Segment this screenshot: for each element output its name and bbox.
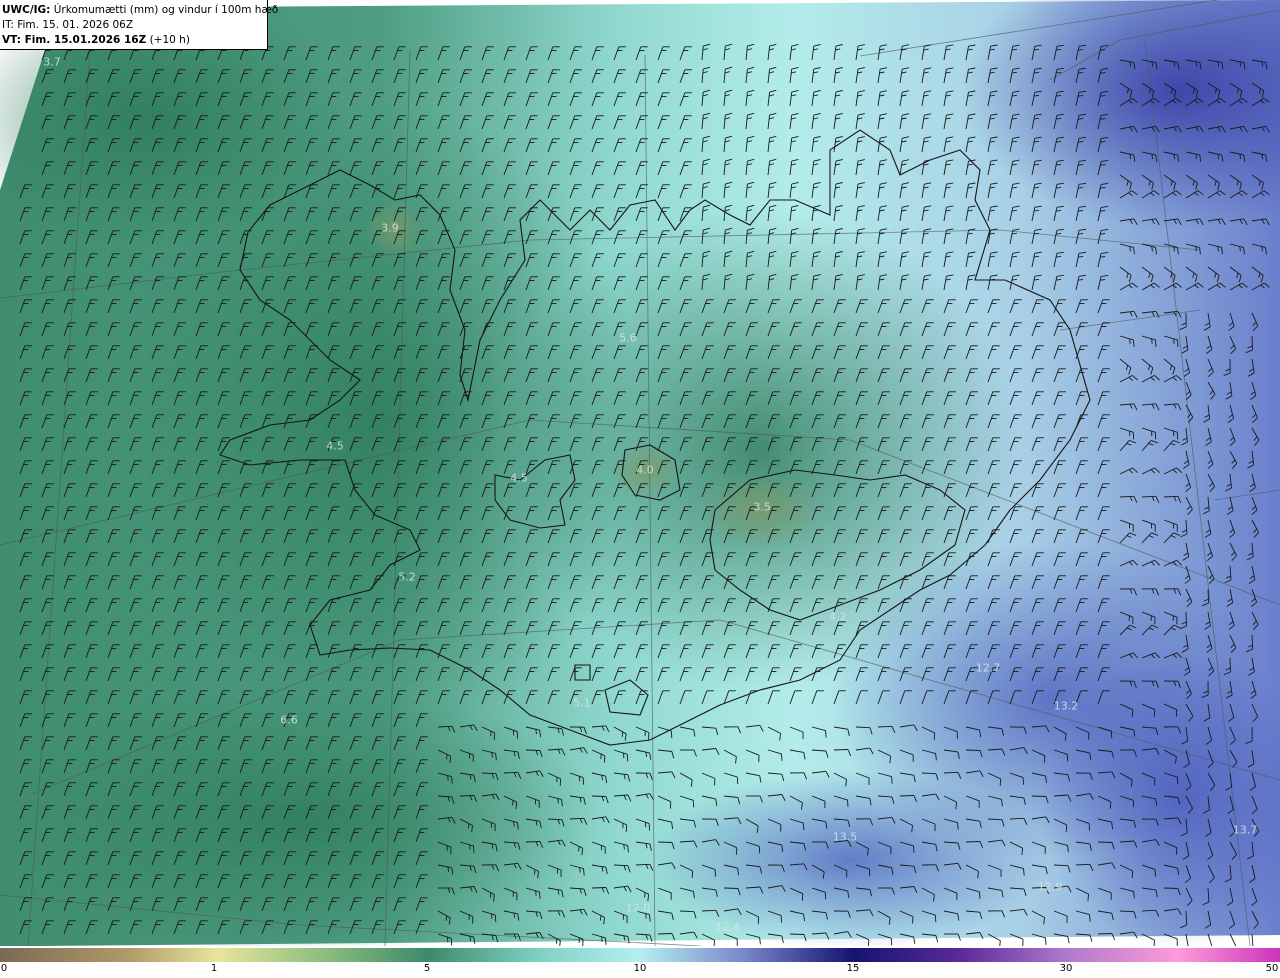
wind-barb-shaft (1251, 335, 1253, 351)
wind-barb-shaft (1229, 657, 1231, 673)
wind-barb-flag (1195, 246, 1197, 252)
wind-barb-flag (1177, 339, 1179, 347)
wind-barb-flag (1155, 339, 1157, 347)
forecast-map: 3.7 3.9 5.6 4.5 4.5 4.0 3.5 5.2 4.2 5.1 6.6 12.7 13.… (0, 0, 1280, 946)
wind-barb-flag (1239, 246, 1241, 252)
wind-barb-flag (1217, 246, 1219, 252)
wind-barb-flag (1133, 339, 1135, 347)
wind-barb-flag (1151, 246, 1153, 252)
wind-barb-flag (1173, 246, 1175, 252)
wind-barb-shaft (1185, 611, 1187, 627)
wind-barb-flag (493, 732, 496, 740)
wind-barb-flag (1261, 246, 1263, 252)
wind-barb-flag (1129, 246, 1131, 252)
